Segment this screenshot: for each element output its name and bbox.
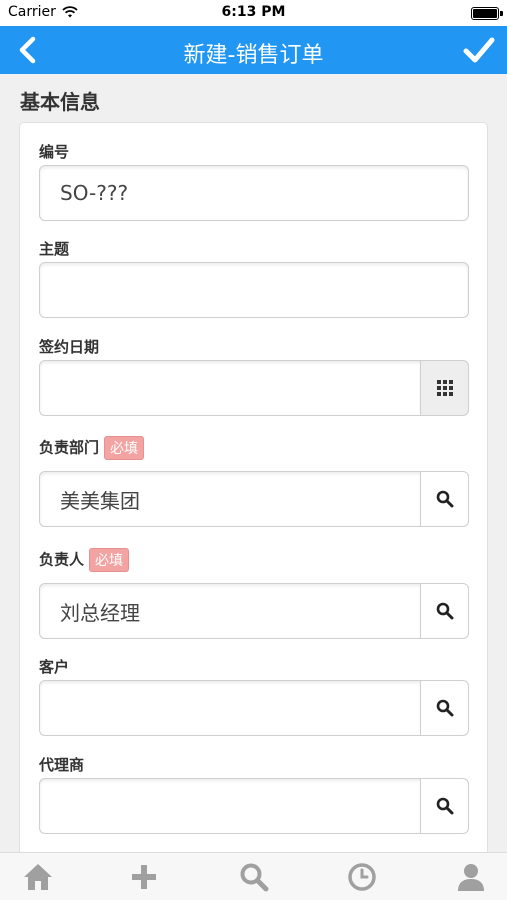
subject-input[interactable]	[39, 262, 469, 318]
owner-label: 负责人 必填	[39, 548, 130, 572]
search-icon	[436, 797, 453, 815]
home-icon	[24, 864, 52, 890]
date-picker-button[interactable]	[420, 360, 469, 416]
search-icon	[240, 863, 269, 892]
tab-home[interactable]	[21, 861, 55, 893]
agent-label-text: 代理商	[39, 756, 85, 774]
user-icon	[458, 864, 484, 891]
customer-input[interactable]	[39, 680, 421, 736]
subject-label: 主题	[39, 238, 69, 259]
agent-field	[39, 778, 469, 834]
battery-icon	[471, 7, 503, 20]
date-label-text: 签约日期	[39, 338, 100, 356]
required-badge: 必填	[89, 548, 130, 572]
department-search-button[interactable]	[420, 471, 469, 527]
department-field: 美美集团	[39, 471, 469, 527]
customer-label-text: 客户	[39, 658, 70, 676]
search-icon	[436, 699, 453, 717]
nav-bar: 新建-销售订单	[0, 26, 507, 74]
date-label: 签约日期	[39, 336, 99, 357]
number-input[interactable]: SO-???	[39, 165, 469, 221]
department-label-text: 负责部门	[39, 438, 100, 457]
status-bar: Carrier 6:13 PM	[0, 0, 507, 26]
tab-bar	[0, 852, 507, 900]
clock-icon	[348, 863, 376, 891]
section-title: 基本信息	[20, 90, 100, 114]
owner-field: 刘总经理	[39, 583, 469, 639]
agent-search-button[interactable]	[420, 778, 469, 834]
number-label-text: 编号	[39, 143, 70, 161]
customer-field	[39, 680, 469, 736]
tab-search[interactable]	[237, 861, 271, 893]
owner-search-button[interactable]	[420, 583, 469, 639]
department-input[interactable]: 美美集团	[39, 471, 421, 527]
owner-input[interactable]: 刘总经理	[39, 583, 421, 639]
tab-profile[interactable]	[454, 861, 488, 893]
search-icon	[436, 602, 453, 620]
subject-label-text: 主题	[39, 240, 70, 258]
date-field	[39, 360, 469, 416]
department-label: 负责部门 必填	[39, 436, 145, 460]
status-time: 6:13 PM	[221, 4, 286, 20]
page-title: 新建-销售订单	[183, 43, 324, 68]
number-label: 编号	[39, 141, 69, 162]
checkmark-icon[interactable]	[463, 35, 495, 65]
agent-label: 代理商	[39, 754, 84, 775]
search-icon	[436, 490, 453, 508]
customer-label: 客户	[39, 656, 69, 677]
owner-label-text: 负责人	[39, 550, 85, 569]
customer-search-button[interactable]	[420, 680, 469, 736]
tab-history[interactable]	[345, 861, 379, 893]
required-badge: 必填	[104, 436, 145, 460]
grid-icon	[436, 380, 453, 396]
date-input[interactable]	[39, 360, 421, 416]
agent-input[interactable]	[39, 778, 421, 834]
tab-add[interactable]	[127, 861, 161, 893]
plus-icon	[132, 865, 156, 889]
